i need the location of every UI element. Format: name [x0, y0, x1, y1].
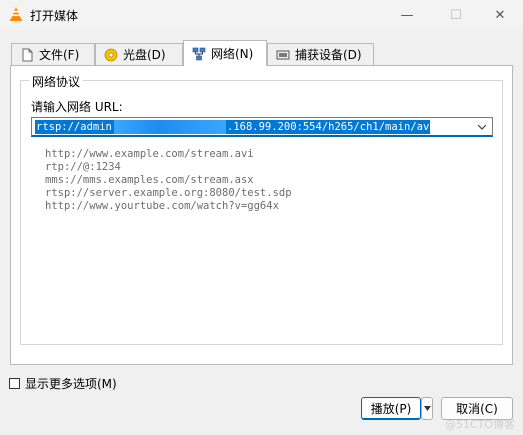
url-redacted-segment [114, 120, 226, 134]
minimize-button[interactable]: — [384, 0, 430, 30]
url-examples: http://www.example.com/stream.avi rtp://… [45, 148, 292, 213]
file-icon [22, 48, 33, 61]
disc-icon [104, 48, 118, 61]
url-value-prefix: rtsp://admin: [35, 120, 120, 134]
maximize-button[interactable]: ☐ [433, 0, 479, 30]
chevron-down-icon[interactable] [476, 120, 488, 134]
network-panel: 网络协议 请输入网络 URL: rtsp://admin: .168.99.20… [10, 65, 513, 365]
tab-capture-device[interactable]: 捕获设备(D) [267, 43, 374, 65]
network-protocol-group: 网络协议 请输入网络 URL: rtsp://admin: .168.99.20… [20, 73, 503, 345]
tab-label: 光盘(D) [123, 48, 166, 62]
vlc-cone-icon [10, 7, 22, 21]
url-value-suffix: .168.99.200:554/h265/ch1/main/av [226, 120, 431, 134]
show-more-options[interactable]: 显示更多选项(M) [9, 375, 117, 392]
play-button[interactable]: 播放(P) [361, 397, 421, 420]
network-icon [192, 47, 206, 60]
url-label: 请输入网络 URL: [31, 100, 123, 114]
show-more-checkbox[interactable] [9, 378, 20, 389]
close-button[interactable]: ✕ [477, 0, 523, 30]
play-dropdown-button[interactable] [421, 397, 433, 420]
group-title: 网络协议 [29, 73, 84, 90]
example-url: rtp://@:1234 [45, 161, 121, 173]
caret-down-icon [423, 406, 431, 411]
show-more-label: 显示更多选项(M) [25, 377, 117, 391]
tab-disc[interactable]: 光盘(D) [95, 43, 183, 65]
title-bar: 打开媒体 — ☐ ✕ [0, 0, 523, 30]
example-url: mms://mms.examples.com/stream.asx [45, 174, 254, 186]
watermark: @51CTO博客 [444, 418, 515, 431]
network-url-input[interactable]: rtsp://admin: .168.99.200:554/h265/ch1/m… [31, 117, 493, 137]
window-title: 打开媒体 [30, 9, 79, 23]
example-url: http://www.example.com/stream.avi [45, 148, 254, 160]
tab-network[interactable]: 网络(N) [183, 40, 267, 66]
example-url: http://www.yourtube.com/watch?v=gg64x [45, 200, 279, 212]
tab-label: 文件(F) [39, 48, 80, 62]
tab-label: 捕获设备(D) [295, 48, 362, 62]
tab-file[interactable]: 文件(F) [11, 43, 95, 65]
tab-label: 网络(N) [211, 47, 254, 61]
example-url: rtsp://server.example.org:8080/test.sdp [45, 187, 292, 199]
capture-device-icon [276, 50, 290, 59]
